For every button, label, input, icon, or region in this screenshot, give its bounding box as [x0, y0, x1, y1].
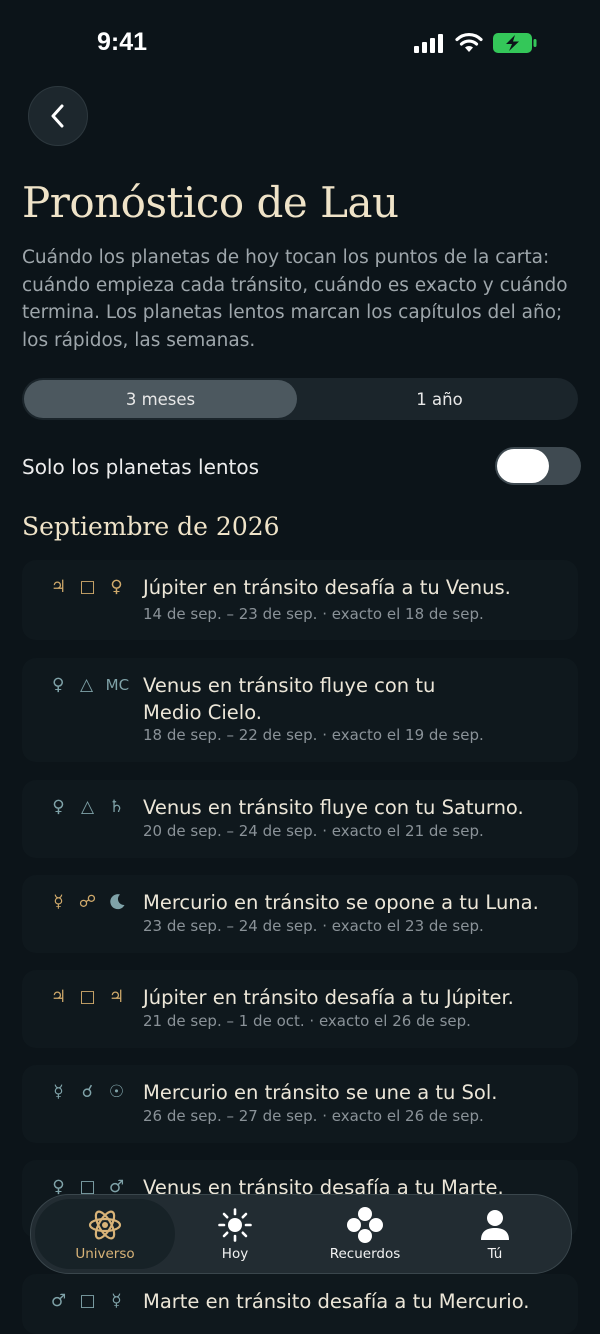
mercury-icon: ☿ — [53, 892, 64, 912]
transit-glyphs: ♂ □ ☿ — [44, 1291, 134, 1311]
cellular-signal-icon — [414, 34, 443, 53]
transit-dates: 14 de sep. – 23 de sep. · exacto el 18 d… — [143, 605, 484, 623]
segment-1-year[interactable]: 1 año — [303, 380, 576, 418]
transit-title: Júpiter en tránsito desafía a tu Júpiter… — [143, 986, 514, 1009]
tab-you[interactable]: Tú — [435, 1195, 555, 1273]
jupiter-icon: ♃ — [108, 987, 125, 1007]
venus-icon: ♀ — [110, 577, 123, 597]
slow-planets-label: Solo los planetas lentos — [22, 455, 260, 479]
transit-row[interactable]: ♀ △ ♄ Venus en tránsito fluye con tu Sat… — [22, 780, 578, 858]
tab-universe[interactable]: Universo — [35, 1199, 175, 1269]
transit-title: Marte en tránsito desafía a tu Mercurio. — [143, 1290, 530, 1313]
transit-dates: 18 de sep. – 22 de sep. · exacto el 19 d… — [143, 726, 484, 744]
jupiter-icon: ♃ — [50, 577, 67, 597]
segment-3-months[interactable]: 3 meses — [24, 380, 297, 418]
transit-dates: 23 de sep. – 24 de sep. · exacto el 23 d… — [143, 917, 484, 935]
mercury-icon: ☿ — [53, 1082, 64, 1102]
mars-icon: ♂ — [50, 1291, 67, 1311]
jupiter-icon: ♃ — [50, 987, 67, 1007]
tab-label: Universo — [75, 1245, 135, 1262]
venus-icon: ♀ — [51, 675, 65, 695]
sun-icon — [218, 1207, 252, 1242]
transit-dates: 20 de sep. – 24 de sep. · exacto el 21 d… — [143, 822, 484, 840]
square-aspect-icon: □ — [79, 987, 96, 1007]
moon-icon — [102, 893, 131, 911]
transit-glyphs: ♃ □ ♃ — [44, 987, 134, 1007]
transit-row[interactable]: ☿ ☍ Mercurio en tránsito se opone a tu L… — [22, 875, 578, 953]
transit-row[interactable]: ♃ □ ♃ Júpiter en tránsito desafía a tu J… — [22, 970, 578, 1048]
transit-row[interactable]: ☿ ☌ ☉ Mercurio en tránsito se une a tu S… — [22, 1065, 578, 1143]
transit-title: Júpiter en tránsito desafía a tu Venus. — [143, 576, 511, 599]
midheaven-icon: MC — [105, 676, 130, 694]
toggle-knob — [497, 449, 549, 483]
conjunction-aspect-icon: ☌ — [81, 1082, 94, 1102]
atom-icon — [88, 1210, 122, 1239]
tab-label: Tú — [487, 1245, 503, 1262]
transit-glyphs: ♀ △ ♄ — [44, 797, 134, 817]
transit-row[interactable]: ♂ □ ☿ Marte en tránsito desafía a tu Mer… — [22, 1274, 578, 1334]
transit-title: Mercurio en tránsito se une a tu Sol. — [143, 1081, 498, 1104]
transit-row[interactable]: ♀ △ MC Venus en tránsito fluye con tu Me… — [22, 658, 578, 762]
memories-dots-icon — [347, 1206, 383, 1243]
tab-bar: Universo Hoy Recuerdos Tú — [30, 1194, 572, 1274]
battery-charging-icon — [493, 33, 537, 53]
mercury-icon: ☿ — [111, 1291, 122, 1311]
transit-title: Venus en tránsito fluye con tu Medio Cie… — [143, 674, 436, 724]
venus-icon: ♀ — [52, 797, 65, 817]
transit-title: Mercurio en tránsito se opone a tu Luna. — [143, 891, 539, 914]
transit-glyphs: ☿ ☍ — [44, 892, 134, 912]
page-title: Pronóstico de Lau — [22, 178, 399, 227]
page-description: Cuándo los planetas de hoy tocan los pun… — [22, 247, 568, 351]
square-aspect-icon: □ — [79, 577, 96, 597]
transit-glyphs: ☿ ☌ ☉ — [44, 1082, 134, 1102]
tab-memories[interactable]: Recuerdos — [305, 1195, 425, 1273]
transit-dates: 26 de sep. – 27 de sep. · exacto el 26 d… — [143, 1107, 484, 1125]
trine-aspect-icon: △ — [80, 675, 94, 695]
transit-glyphs: ♃ □ ♀ — [44, 577, 134, 597]
saturn-icon: ♄ — [108, 797, 125, 817]
square-aspect-icon: □ — [79, 1291, 96, 1311]
trine-aspect-icon: △ — [80, 797, 95, 817]
range-segmented-control: 3 meses 1 año — [22, 378, 578, 420]
sun-icon: ☉ — [108, 1082, 125, 1102]
tab-today[interactable]: Hoy — [175, 1195, 295, 1273]
chevron-left-icon — [51, 104, 64, 128]
transit-row[interactable]: ♃ □ ♀ Júpiter en tránsito desafía a tu V… — [22, 560, 578, 640]
month-heading: Septiembre de 2026 — [22, 512, 280, 541]
status-bar: 9:41 — [0, 0, 600, 88]
status-icons — [414, 32, 538, 54]
status-time: 9:41 — [97, 28, 148, 56]
opposition-aspect-icon: ☍ — [78, 892, 97, 912]
transit-title: Venus en tránsito fluye con tu Saturno. — [143, 796, 524, 819]
person-icon — [481, 1209, 509, 1240]
slow-planets-toggle[interactable] — [495, 447, 581, 485]
tab-label: Recuerdos — [329, 1245, 401, 1262]
back-button[interactable] — [28, 86, 88, 146]
transit-glyphs: ♀ △ MC — [44, 675, 134, 695]
tab-label: Hoy — [221, 1245, 249, 1262]
wifi-icon — [455, 32, 483, 52]
transit-dates: 21 de sep. – 1 de oct. · exacto el 26 de… — [143, 1012, 471, 1030]
